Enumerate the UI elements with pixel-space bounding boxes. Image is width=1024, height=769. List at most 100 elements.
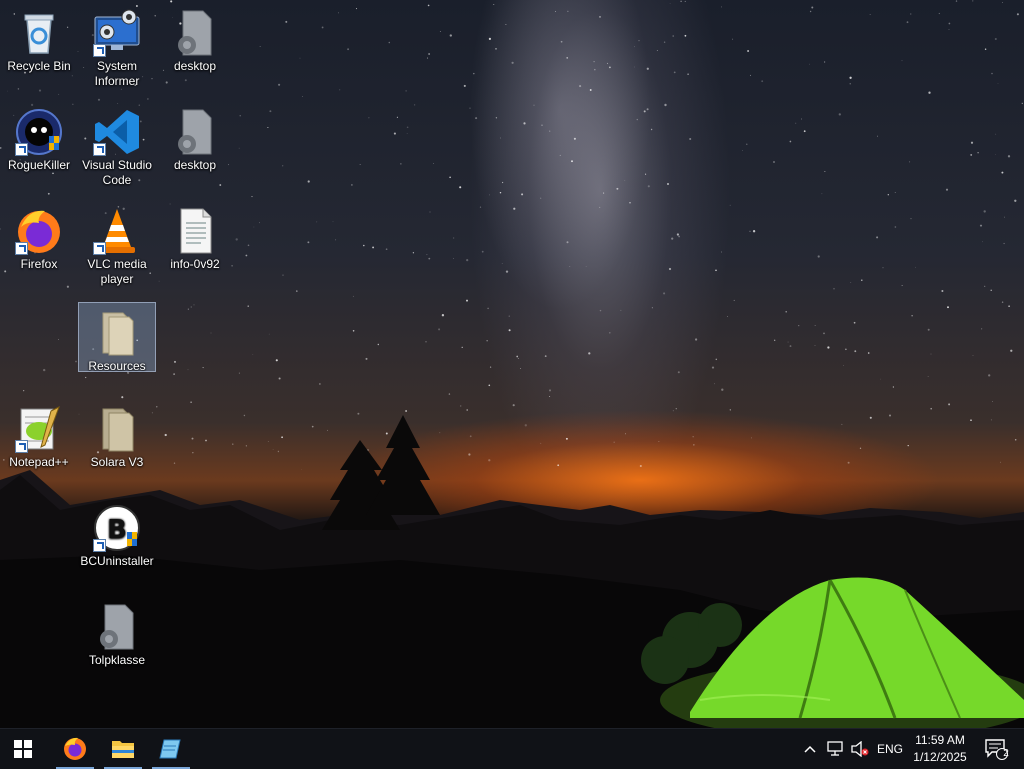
star [656, 49, 658, 51]
system-informer-icon [93, 9, 141, 57]
star [608, 66, 611, 69]
star [277, 450, 280, 453]
star [970, 153, 973, 156]
star [429, 211, 431, 213]
star [650, 128, 653, 131]
star [882, 267, 884, 269]
star [930, 353, 932, 355]
desktop-icon-bcuninstaller[interactable]: B BCUninstaller [79, 498, 155, 569]
star [385, 432, 388, 435]
volume-muted-icon [851, 741, 869, 757]
desktop-icon-desktop-2[interactable]: desktop [157, 102, 233, 173]
desktop-icon-recycle-bin[interactable]: Recycle Bin [1, 3, 77, 74]
desktop-icon-tolpklasse[interactable]: Tolpklasse [79, 597, 155, 668]
star [316, 221, 318, 223]
pine-trees [322, 415, 440, 530]
star [191, 437, 194, 440]
star [272, 449, 274, 450]
star [544, 355, 547, 357]
star [915, 266, 916, 268]
star [468, 453, 471, 456]
star [326, 429, 328, 431]
star [749, 74, 751, 76]
taskbar-firefox-button[interactable] [52, 729, 98, 769]
star [412, 252, 415, 254]
star [184, 79, 187, 82]
icon-label: info-0v92 [170, 257, 220, 271]
language-indicator[interactable]: ENG [877, 742, 903, 756]
star [501, 181, 504, 184]
star [363, 244, 365, 247]
star [658, 441, 660, 442]
star [245, 445, 247, 447]
star [302, 96, 304, 97]
star [675, 408, 677, 410]
desktop-icon-vscode[interactable]: Visual Studio Code [79, 102, 155, 188]
star [413, 104, 416, 106]
star [164, 433, 167, 437]
star [481, 250, 484, 253]
folder-icon [93, 309, 141, 357]
desktop-icon-system-informer[interactable]: System Informer [79, 3, 155, 89]
star [1014, 199, 1017, 202]
desktop-icon-desktop-1[interactable]: desktop [157, 3, 233, 74]
star [269, 110, 272, 113]
taskbar-file-explorer-button[interactable] [100, 729, 146, 769]
star [809, 10, 812, 13]
star [335, 239, 337, 241]
star [663, 292, 666, 295]
icon-label: VLC media player [87, 257, 147, 286]
desktop-icon-resources[interactable]: Resources [78, 302, 156, 373]
star [991, 72, 993, 75]
star [365, 357, 368, 360]
star [876, 236, 879, 239]
taskbar-notepad-button[interactable] [148, 729, 194, 769]
desktop-icon-vlc[interactable]: VLC media player [79, 201, 155, 287]
star [540, 442, 542, 444]
roguekiller-icon [15, 108, 63, 156]
star [859, 447, 862, 449]
icon-label: RogueKiller [7, 158, 71, 172]
star [995, 133, 997, 135]
star [789, 140, 792, 143]
desktop-icon-solara-v3[interactable]: Solara V3 [79, 399, 155, 470]
star [945, 188, 949, 191]
notification-count-badge: 2 [1003, 748, 1009, 759]
desktop-icon-firefox[interactable]: Firefox [1, 201, 77, 272]
desktop[interactable]: Recycle Bin System Informer desktop Rogu… [0, 0, 1024, 728]
star [824, 170, 826, 172]
star [71, 75, 73, 77]
star [516, 355, 519, 358]
star [219, 184, 222, 186]
star [259, 46, 261, 47]
star [814, 325, 816, 326]
star [555, 11, 557, 12]
star [672, 410, 674, 412]
star [388, 41, 391, 44]
star [1001, 301, 1004, 303]
network-button[interactable] [824, 729, 848, 769]
star [278, 377, 281, 380]
desktop-icon-info-0v92[interactable]: info-0v92 [157, 201, 233, 272]
show-hidden-icons-button[interactable] [800, 729, 820, 769]
star [997, 83, 999, 84]
icon-label: Notepad++ [9, 455, 69, 469]
star [599, 206, 601, 208]
star [453, 257, 455, 259]
star [259, 222, 260, 224]
star [156, 406, 158, 408]
star [928, 91, 931, 94]
desktop-icon-roguekiller[interactable]: RogueKiller [1, 102, 77, 173]
star [982, 241, 983, 243]
star [889, 414, 891, 417]
volume-button[interactable] [848, 729, 872, 769]
clock-time[interactable]: 11:59 AM [905, 733, 975, 747]
action-center-button[interactable]: 2 [978, 729, 1014, 769]
desktop-icon-notepadpp[interactable]: Notepad++ [1, 399, 77, 470]
star [887, 194, 889, 196]
star [147, 98, 149, 100]
clock-date[interactable]: 1/12/2025 [905, 750, 975, 764]
start-button[interactable] [0, 729, 46, 769]
star [715, 269, 717, 272]
star [720, 6, 722, 8]
